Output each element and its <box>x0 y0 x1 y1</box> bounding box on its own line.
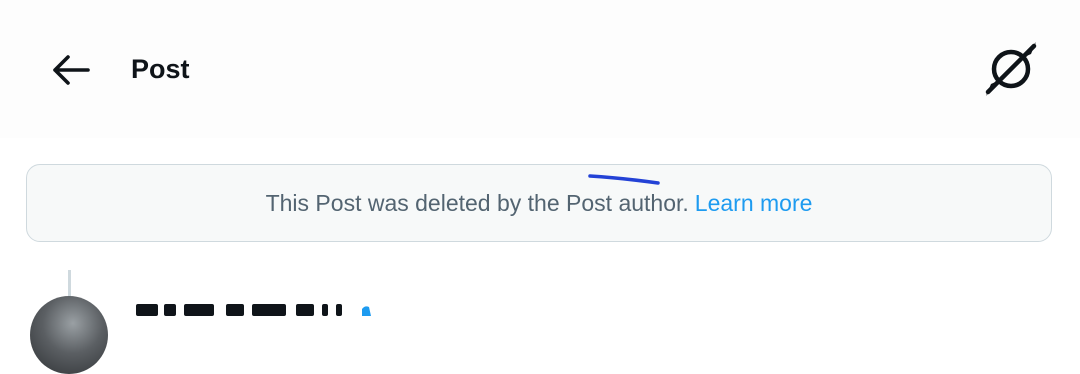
top-app-bar: Post <box>0 0 1080 138</box>
deleted-post-notice: This Post was deleted by the Post author… <box>26 164 1052 242</box>
grok-icon <box>985 42 1037 96</box>
avatar[interactable] <box>30 296 108 374</box>
learn-more-link[interactable]: Learn more <box>695 190 813 217</box>
arrow-left-icon <box>53 55 90 85</box>
author-name-partial <box>132 304 372 316</box>
back-button[interactable] <box>44 44 96 96</box>
page-title: Post <box>131 54 190 84</box>
grok-button[interactable] <box>982 40 1040 98</box>
deleted-post-message: This Post was deleted by the Post author… <box>265 189 689 216</box>
annotation-stroke <box>588 174 660 185</box>
verified-badge-icon <box>362 306 371 316</box>
